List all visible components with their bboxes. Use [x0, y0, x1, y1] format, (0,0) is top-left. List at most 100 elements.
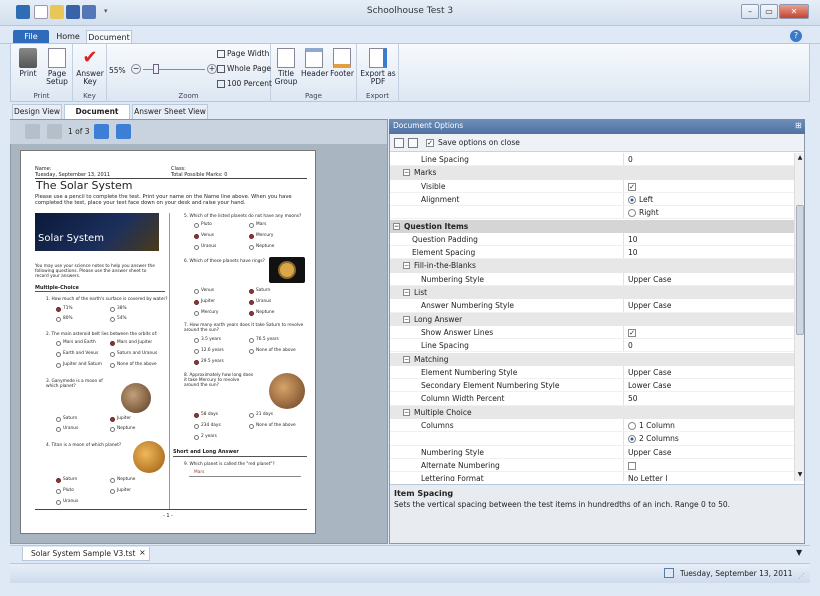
property-row[interactable]: Alternate Numbering: [390, 458, 794, 473]
property-category[interactable]: − List: [390, 286, 794, 300]
page-width-button[interactable]: Page Width: [217, 49, 269, 58]
print-button[interactable]: Print: [17, 48, 39, 78]
tab-list-icon[interactable]: ▼: [796, 548, 802, 557]
hundred-percent-button[interactable]: 100 Percent: [217, 79, 272, 88]
property-value[interactable]: Upper Case: [628, 273, 671, 286]
first-page-icon[interactable]: [25, 124, 40, 139]
save-on-close-checkbox[interactable]: ✓: [426, 138, 434, 147]
property-value[interactable]: Right: [628, 206, 659, 219]
property-row[interactable]: Question Padding 10: [390, 232, 794, 247]
tab-file[interactable]: File: [13, 30, 49, 44]
property-radio[interactable]: [628, 195, 636, 204]
categorized-view-icon[interactable]: [394, 138, 404, 148]
property-value[interactable]: 0: [628, 153, 633, 166]
last-page-icon[interactable]: [116, 124, 131, 139]
zoom-slider-thumb[interactable]: [152, 64, 159, 74]
footer-button[interactable]: Footer: [329, 48, 355, 78]
property-row[interactable]: Element Numbering Style Upper Case: [390, 365, 794, 380]
key-group: ✔ Answer Key Key: [73, 44, 107, 102]
property-row[interactable]: Numbering Style Upper Case: [390, 445, 794, 459]
property-value[interactable]: 10: [628, 246, 638, 259]
tab-design-view[interactable]: Design View: [12, 104, 62, 119]
export-pdf-button[interactable]: Export as PDF: [359, 48, 397, 86]
property-value[interactable]: 50: [628, 392, 638, 405]
tab-document[interactable]: Document: [86, 30, 132, 44]
property-value[interactable]: ✓: [628, 326, 636, 339]
property-value[interactable]: ✓: [628, 180, 636, 193]
property-row[interactable]: Right: [390, 206, 794, 220]
property-checkbox[interactable]: ✓: [628, 182, 636, 191]
property-row[interactable]: Visible ✓: [390, 179, 794, 193]
title-group-button[interactable]: Title Group: [273, 48, 299, 86]
property-row[interactable]: Answer Numbering Style Upper Case: [390, 299, 794, 313]
property-value[interactable]: Lower Case: [628, 379, 671, 392]
next-page-icon[interactable]: [94, 124, 109, 139]
document-tab[interactable]: Solar System Sample V3.tst: [22, 547, 150, 561]
property-value[interactable]: 0: [628, 339, 633, 352]
property-radio[interactable]: [628, 422, 636, 430]
answer-key-button[interactable]: ✔ Answer Key: [75, 48, 105, 86]
property-row[interactable]: Show Answer Lines ✓: [390, 325, 794, 340]
pin-icon[interactable]: ⊞: [795, 121, 802, 130]
property-row[interactable]: Line Spacing 0: [390, 339, 794, 353]
property-row[interactable]: Secondary Element Numbering Style Lower C…: [390, 379, 794, 393]
property-row[interactable]: Lettering Format No Letter I: [390, 472, 794, 481]
property-value[interactable]: [628, 459, 636, 472]
tab-answer-sheet-view[interactable]: Answer Sheet View: [132, 104, 208, 119]
property-value[interactable]: Left: [628, 193, 653, 206]
resize-grip-icon[interactable]: ⋰: [798, 572, 805, 580]
zoom-out-icon[interactable]: −: [131, 64, 141, 74]
minimize-button[interactable]: –: [741, 4, 759, 19]
property-category[interactable]: − Fill-in-the-Blanks: [390, 259, 794, 273]
property-row[interactable]: 2 Columns: [390, 432, 794, 446]
property-value[interactable]: 10: [628, 233, 638, 246]
property-category[interactable]: − Marks: [390, 166, 794, 180]
property-category[interactable]: − Multiple Choice: [390, 405, 794, 419]
property-value[interactable]: 2 Columns: [628, 432, 679, 445]
property-row[interactable]: Columns 1 Column: [390, 419, 794, 433]
property-row[interactable]: Alignment Left: [390, 192, 794, 207]
collapse-icon[interactable]: −: [403, 289, 410, 296]
collapse-icon[interactable]: −: [403, 315, 410, 323]
option-bubble: [110, 478, 115, 483]
close-button[interactable]: ✕: [779, 4, 809, 19]
alphabetical-view-icon[interactable]: [408, 138, 418, 148]
page-setup-button[interactable]: Page Setup: [44, 48, 70, 86]
header-button[interactable]: Header: [301, 48, 328, 78]
scrollbar-thumb[interactable]: [796, 205, 804, 335]
collapse-icon[interactable]: −: [393, 222, 400, 230]
collapse-icon[interactable]: −: [403, 169, 410, 177]
options-header: Document Options: [389, 119, 805, 134]
property-checkbox[interactable]: [628, 461, 636, 470]
maximize-button[interactable]: ▭: [760, 4, 778, 19]
property-value[interactable]: 1 Column: [628, 419, 675, 432]
property-checkbox[interactable]: ✓: [628, 328, 636, 337]
tab-home[interactable]: Home: [53, 30, 83, 44]
collapse-icon[interactable]: −: [403, 355, 410, 363]
property-row[interactable]: Numbering Style Upper Case: [390, 272, 794, 286]
collapse-icon[interactable]: −: [403, 262, 410, 270]
property-row[interactable]: Line Spacing 0: [390, 153, 794, 167]
help-icon[interactable]: ?: [790, 30, 802, 42]
close-tab-icon[interactable]: ×: [139, 548, 146, 557]
zoom-in-icon[interactable]: +: [207, 64, 217, 74]
property-radio[interactable]: [628, 209, 636, 218]
property-row[interactable]: Column Width Percent 50: [390, 392, 794, 406]
property-value[interactable]: Upper Case: [628, 299, 671, 312]
property-value[interactable]: Upper Case: [628, 366, 671, 379]
property-row[interactable]: Element Spacing 10: [390, 246, 794, 260]
scroll-down-icon[interactable]: ▼: [796, 471, 804, 479]
tab-document-view[interactable]: Document View: [64, 104, 130, 130]
collapse-icon[interactable]: −: [403, 408, 410, 416]
property-value[interactable]: No Letter I: [628, 472, 667, 481]
page-indicator: 1 of 3: [68, 127, 90, 136]
property-category[interactable]: − Question Items: [390, 219, 794, 233]
whole-page-button[interactable]: Whole Page: [217, 64, 271, 73]
previous-page-icon[interactable]: [47, 124, 62, 139]
property-radio[interactable]: [628, 435, 636, 444]
property-category[interactable]: − Long Answer: [390, 312, 794, 326]
property-value[interactable]: Upper Case: [628, 446, 671, 459]
scroll-up-icon[interactable]: ▲: [796, 154, 804, 162]
property-category[interactable]: − Matching: [390, 352, 794, 366]
property-grid-scrollbar[interactable]: ▲ ▼: [794, 153, 804, 481]
